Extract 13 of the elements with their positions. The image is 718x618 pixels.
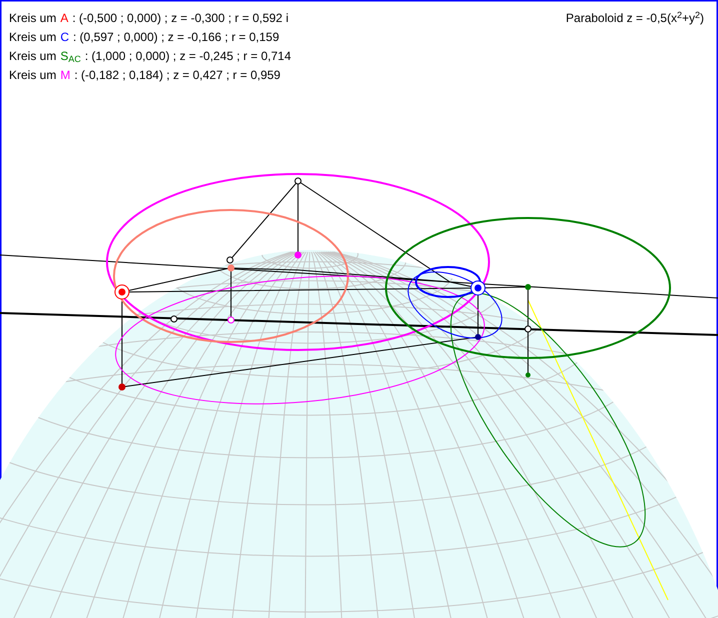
point-label: C — [60, 29, 70, 45]
point-label: M — [60, 67, 70, 83]
point-label: A — [60, 10, 68, 26]
surface-equation: Paraboloid z = -0,5(x$^{2}$+y$^{2}$) — [566, 9, 704, 27]
circle-details: : (-0,500 ; 0,000) ; z = -0,300 ; r = 0,592 i — [72, 10, 288, 26]
circle-details: : (1,000 ; 0,000) ; z = -0,245 ; r = 0,714 — [84, 48, 292, 64]
circle-details: : (-0,182 ; 0,184) ; z = 0,427 ; r = 0,959 — [74, 67, 280, 83]
point-label: S$_{AC}$ — [60, 48, 81, 64]
legend-prefix: Kreis um — [9, 48, 56, 64]
circle-details: : (0,597 ; 0,000) ; z = -0,166 ; r = 0,159 — [73, 29, 280, 45]
legend-prefix: Kreis um — [9, 67, 56, 83]
legend-prefix: Kreis um — [9, 29, 56, 45]
legend-prefix: Kreis um — [9, 10, 56, 26]
